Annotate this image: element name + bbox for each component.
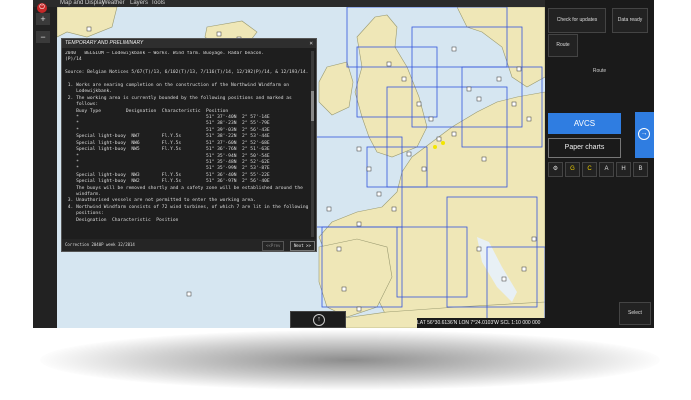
menu-map-and-display[interactable]: Map and Display: [60, 0, 105, 6]
zoom-in-button[interactable]: +: [36, 13, 50, 25]
scroll-thumb[interactable]: [311, 91, 314, 121]
notice-popup: TEMPORARY AND PRELIMINARY × 2040 BELGIUM…: [61, 38, 317, 252]
notice-body: 2040 BELGIUM — Lodewijkbank — Works. Win…: [65, 51, 309, 223]
prev-button[interactable]: <<Prev: [262, 241, 285, 251]
filter-h-button[interactable]: H: [616, 162, 631, 177]
notice-scrollbar[interactable]: [311, 51, 314, 237]
app-screen: Map and Display Weather Layers Tools ⏻ +…: [33, 0, 654, 328]
next-button[interactable]: Next >>: [290, 241, 315, 251]
scale-readout: SCL 1:10 000 000: [500, 320, 541, 326]
route-label: Route: [592, 68, 607, 74]
right-panel: Check for updates Data ready Route Route…: [545, 0, 654, 328]
check-updates-button[interactable]: Check for updates: [548, 8, 606, 33]
power-icon[interactable]: ⏻: [37, 3, 47, 13]
next-panel-button[interactable]: →: [635, 112, 654, 158]
menu-tools[interactable]: Tools: [151, 0, 165, 6]
left-toolbar: ⏻ + −: [33, 3, 57, 328]
avcs-button[interactable]: AVCS: [548, 113, 621, 134]
menu-layers[interactable]: Layers: [130, 0, 148, 6]
menu-weather[interactable]: Weather: [102, 0, 125, 6]
close-icon[interactable]: ×: [309, 39, 313, 48]
menu-bar: Map and Display Weather Layers Tools: [33, 0, 545, 7]
latitude-readout: LAT 56°30.6136'N: [417, 320, 458, 326]
notice-header: TEMPORARY AND PRELIMINARY: [62, 39, 316, 48]
device-shadow: [40, 330, 660, 390]
paper-charts-button[interactable]: Paper charts: [548, 138, 621, 158]
correction-label: Correction 2040P week 32/2014: [65, 242, 135, 247]
notice-footer: Correction 2040P week 32/2014 <<Prev Nex…: [62, 239, 316, 251]
arrow-right-icon: →: [638, 128, 650, 140]
route-button[interactable]: Route: [548, 34, 578, 57]
filter-b-button[interactable]: B: [633, 162, 648, 177]
filter-settings-button[interactable]: ⚙: [548, 162, 563, 177]
longitude-readout: LON 7°24.0103'W: [458, 320, 499, 326]
filter-g-button[interactable]: G: [565, 162, 580, 177]
select-button[interactable]: Select: [619, 302, 651, 325]
zoom-out-button[interactable]: −: [36, 31, 50, 43]
data-ready-button[interactable]: Data ready: [612, 8, 648, 33]
filter-a-button[interactable]: A: [599, 162, 614, 177]
arrow-up-icon: ↑: [313, 314, 325, 326]
coordinate-status: LAT 56°30.6136'N LON 7°24.0103'W SCL 1:1…: [417, 318, 545, 328]
scroll-up-button[interactable]: ↑: [290, 311, 346, 328]
filter-c-button[interactable]: C: [582, 162, 597, 177]
